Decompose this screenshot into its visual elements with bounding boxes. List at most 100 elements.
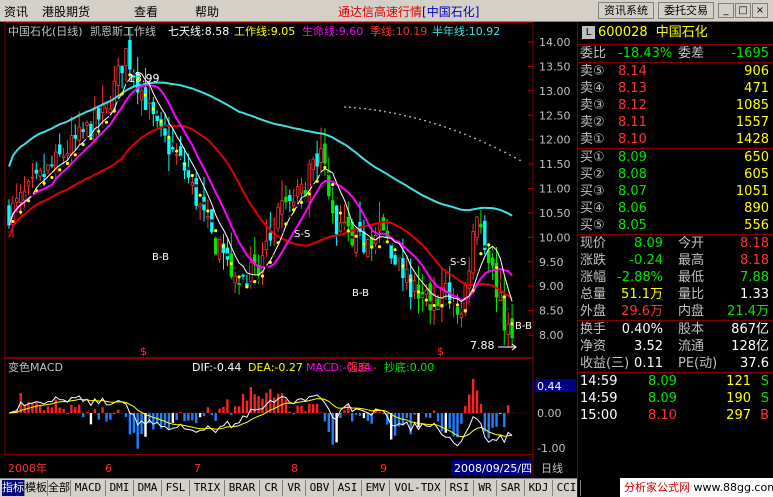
projection-dot	[439, 124, 441, 127]
tab-dma[interactable]: DMA	[134, 480, 162, 496]
tab-trix[interactable]: TRIX	[190, 480, 225, 496]
ask-price: 8.11	[618, 115, 647, 130]
tab-vol-tdx[interactable]: VOL-TDX	[390, 480, 446, 496]
menu-view[interactable]: 查看	[134, 3, 158, 20]
stat-label: PE(动)	[678, 356, 718, 371]
work-line-dot	[253, 280, 257, 284]
stat-value: 867亿	[731, 322, 769, 337]
candle-body	[428, 283, 432, 311]
tab-asi[interactable]: ASI	[334, 480, 362, 496]
work-line-dot	[506, 307, 510, 311]
close-icon[interactable]: ×	[752, 3, 768, 18]
stat-value: 8.18	[740, 236, 769, 251]
tab-fsl[interactable]: FSL	[162, 480, 190, 496]
tick-volume: 297	[726, 408, 751, 423]
tick-volume: 190	[726, 391, 751, 406]
minimize-icon[interactable]: _	[718, 3, 734, 18]
work-line-dot	[432, 303, 436, 308]
menu-news[interactable]: 资讯	[4, 3, 28, 20]
work-line-dot	[30, 193, 34, 198]
stat-value: 0.11	[634, 356, 663, 371]
menu-hk-futures[interactable]: 港股期货	[42, 3, 90, 20]
tab-vr[interactable]: VR	[283, 480, 306, 496]
ss-signal-1: S-S	[294, 229, 310, 240]
tab-cci[interactable]: CCI	[553, 480, 581, 496]
work-line-dot	[50, 175, 54, 180]
trade-button[interactable]: 委托交易	[658, 2, 714, 19]
tab-dmi[interactable]: DMI	[106, 480, 134, 496]
tab-wr[interactable]: WR	[474, 480, 497, 496]
tab-rsi[interactable]: RSI	[446, 480, 474, 496]
work-line-dot	[120, 92, 124, 96]
candle-body	[116, 65, 120, 86]
work-line-dot	[471, 288, 475, 293]
work-line-dot	[377, 245, 382, 249]
work-line-dot	[206, 209, 210, 213]
work-line-dot	[463, 309, 467, 313]
tab-macd[interactable]: MACD	[71, 480, 106, 496]
tick-time: 14:59	[580, 374, 618, 389]
candle-body	[143, 87, 148, 111]
tab-cr[interactable]: CR	[260, 480, 283, 496]
tab-obv[interactable]: OBV	[306, 480, 334, 496]
work-line-dot	[494, 266, 499, 270]
bid-price: 8.07	[618, 184, 647, 199]
work-line-dot	[288, 214, 292, 218]
price-tick-label: 10.50	[539, 207, 571, 220]
candle-body	[15, 197, 19, 203]
work-line-dot	[362, 242, 366, 246]
bid-book: 买① 8.09 650 买② 8.08 605 买③ 8.07 1051 买④ 8.06 890 买⑤ 8…	[578, 149, 773, 235]
work-line-dot	[62, 164, 66, 168]
work-line-dot	[34, 188, 38, 193]
stats-row: 净资 3.52 流通 128亿	[578, 338, 773, 355]
work-line-dot	[311, 183, 315, 187]
work-line-dot	[381, 240, 385, 244]
candle-body	[323, 143, 327, 164]
work-line-dot	[479, 252, 483, 256]
candle-body	[486, 250, 491, 264]
stock-name: 中国石化	[655, 25, 708, 40]
kline-chart[interactable]: 14.00 13.50 13.00 12.50 12.00 11.50 11.00 10.50…	[0, 22, 577, 478]
candle-body	[389, 244, 393, 259]
work-line-dot	[452, 302, 456, 306]
tab-kdj[interactable]: KDJ	[525, 480, 553, 496]
bid-price: 8.09	[618, 150, 647, 165]
work-line-dot	[510, 322, 514, 326]
date-axis-jul: 7	[194, 462, 201, 475]
menu-help[interactable]: 帮助	[195, 3, 219, 20]
ask-level-label: 卖①	[580, 132, 605, 147]
projection-dot	[514, 156, 516, 159]
candle-body	[34, 169, 38, 174]
app-title-code: [中国石化]	[422, 5, 480, 19]
tab-全部[interactable]: 全部	[48, 480, 71, 496]
bid-volume: 890	[744, 201, 769, 216]
work-line-dot	[323, 165, 327, 170]
tab-sar[interactable]: SAR	[497, 480, 525, 496]
projection-dot	[499, 149, 501, 151]
ask-level-label: 卖③	[580, 98, 605, 113]
tick-flag: S	[760, 374, 769, 389]
work-line-dot	[249, 282, 253, 286]
tab-brar[interactable]: BRAR	[225, 480, 260, 496]
work-line-dot	[264, 265, 268, 269]
candle-body	[124, 48, 128, 66]
work-line-label: 工作线:9.05	[234, 24, 295, 38]
candle-body	[264, 240, 269, 251]
tab-指标[interactable]: 指标	[2, 480, 25, 496]
tab-模板[interactable]: 模板	[25, 480, 48, 496]
maximize-icon[interactable]: □	[735, 3, 751, 18]
candle-body	[112, 80, 116, 110]
bid-price: 8.08	[618, 167, 647, 182]
news-system-button[interactable]: 资讯系统	[598, 2, 654, 19]
work-line-dot	[296, 204, 300, 208]
work-line-dot	[116, 98, 120, 102]
candle-body	[73, 134, 77, 139]
low-price-label: 7.88	[470, 339, 495, 352]
date-axis-year: 2008年	[8, 461, 47, 475]
projection-dot	[344, 106, 346, 108]
work-line-dot	[455, 303, 460, 307]
tab-emv[interactable]: EMV	[362, 480, 390, 496]
candle-body	[50, 164, 54, 167]
work-line-dot	[260, 274, 265, 278]
period-label: 日线	[541, 461, 563, 475]
